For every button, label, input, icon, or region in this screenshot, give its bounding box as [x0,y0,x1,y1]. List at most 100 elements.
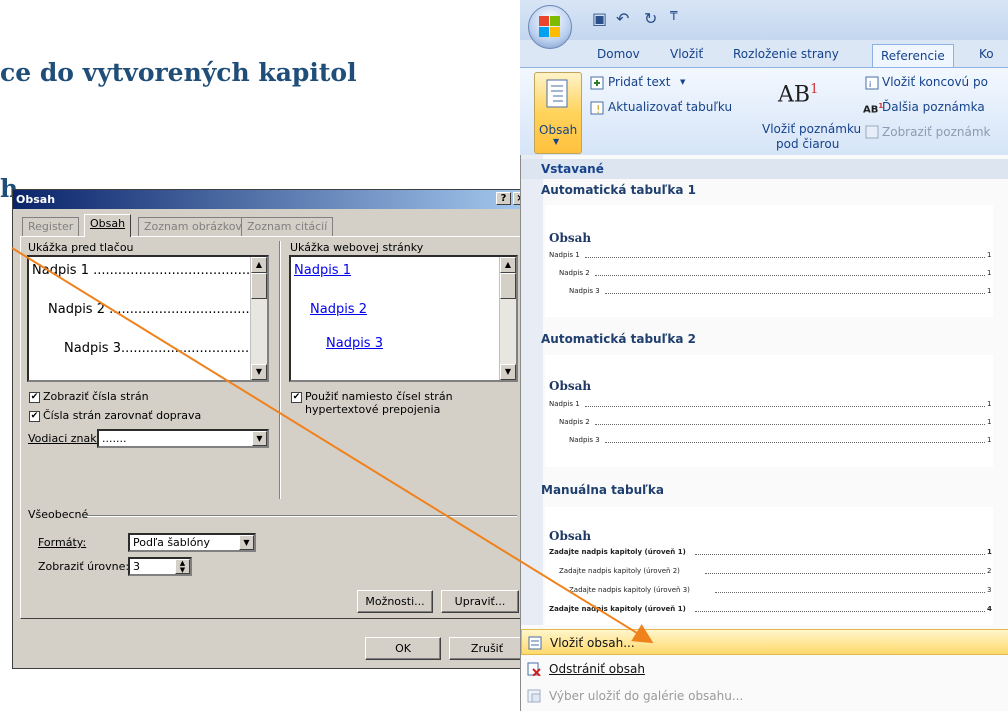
customize-qat-icon[interactable]: ₸ [670,9,678,23]
menu-remove-toc[interactable]: Odstrániť obsah [521,656,1008,682]
gallery-entry: Zadajte nadpis kapitoly (úroveň 3) [569,586,690,594]
gallery-page: 1 [987,548,992,556]
svg-text:i: i [869,80,871,89]
menu-remove-toc-label: Odstrániť obsah [549,662,645,676]
scroll-down-icon[interactable]: ▼ [500,364,516,380]
print-preview-scrollbar[interactable]: ▲ ▼ [250,257,267,380]
use-hyperlinks-checkbox[interactable]: ✔ [291,392,302,403]
scroll-up-icon[interactable]: ▲ [500,257,516,273]
next-footnote-icon: AB1 [863,102,884,116]
gallery-toc-title: Obsah [549,231,592,245]
use-hyperlinks-label: Použiť namiesto čísel strán hypertextové… [305,390,453,416]
cancel-button[interactable]: Zrušiť [449,637,525,660]
scroll-down-icon[interactable]: ▼ [251,364,267,380]
gallery-page: 1 [987,418,992,426]
chevron-down-icon[interactable]: ▼ [252,431,267,446]
show-page-numbers-checkbox[interactable]: ✔ [29,392,40,403]
dialog-title-bar: Obsah ? × [13,190,531,209]
insert-footnote-line-2[interactable]: pod čiarou [776,137,839,151]
gallery-entry: Zadajte nadpis kapitoly (úroveň 1) [549,548,686,556]
chevron-down-icon[interactable]: ▼ [239,535,254,550]
menu-insert-toc[interactable]: Vložiť obsah... [521,629,1008,655]
tab-domov[interactable]: Domov [597,47,640,61]
tab-obsah[interactable]: Obsah [84,214,132,237]
scroll-thumb[interactable] [500,273,516,299]
insert-toc-icon [528,636,542,650]
toc-document-icon [546,79,568,108]
gallery-page: 1 [987,269,992,277]
tab-zoznam-obrazkov[interactable]: Zoznam obrázkov [138,217,248,236]
redo-icon[interactable]: ↻ [644,9,657,28]
web-preview-scrollbar[interactable]: ▲ ▼ [499,257,516,380]
gallery-toc-title: Obsah [549,379,592,393]
help-button[interactable]: ? [496,192,511,205]
tab-zoznam-citacii[interactable]: Zoznam citácií [241,217,334,236]
ribbon-panel: Obsah ▼ Pridať text ▼ ! Aktualizovať tab… [520,67,1008,157]
print-preview-line-2: Nadpis 2 ...............................… [48,302,267,317]
quick-access-toolbar: ▣ ↶ ↻ ₸ [520,0,1008,40]
formats-dropdown[interactable]: Podľa šablóny ▼ [128,533,256,552]
ribbon-tabs: Domov Vložiť Rozloženie strany Referenci… [520,40,1008,68]
scroll-thumb[interactable] [251,273,267,299]
tab-rozlozenie-strany[interactable]: Rozloženie strany [733,47,839,61]
ok-button[interactable]: OK [365,637,441,660]
gallery-item-manual[interactable]: Obsah Zadajte nadpis kapitoly (úroveň 1)… [545,507,993,625]
tab-referencie[interactable]: Referencie [872,44,954,68]
office-button[interactable] [528,5,572,49]
tab-vlozit[interactable]: Vložiť [670,47,703,61]
toc-button-label: Obsah [539,123,578,137]
tab-leader-value: ....... [102,432,127,445]
gallery-entry: Zadajte nadpis kapitoly (úroveň 1) [549,605,686,613]
insert-endnote-button[interactable]: Vložiť koncovú po [882,75,988,89]
tab-leader-dropdown[interactable]: ....... ▼ [97,429,269,448]
next-footnote-button[interactable]: Ďalšia poznámka [882,100,985,114]
show-notes-button[interactable]: Zobraziť poznámk [882,125,990,139]
right-align-checkbox[interactable]: ✔ [29,411,40,422]
menu-save-selection[interactable]: Výber uložiť do galérie obsahu... [521,683,1008,709]
general-group-line [87,515,517,517]
show-page-numbers-label: Zobraziť čísla strán [43,390,149,403]
modify-button[interactable]: Upraviť... [441,590,519,613]
footnote-icon-sup: 1 [810,82,819,97]
save-icon[interactable]: ▣ [592,9,607,28]
gallery-item-auto-2[interactable]: Obsah Nadpis 1 Nadpis 2 Nadpis 3 1 1 1 [545,355,993,467]
remove-toc-icon [527,662,541,676]
web-preview-link-3[interactable]: Nadpis 3 [326,336,383,351]
gallery-page: 1 [987,436,992,444]
footnote-icon-text: AB [778,82,811,108]
save-to-gallery-icon [527,689,541,703]
gallery-toc-title: Obsah [549,529,592,543]
levels-value: 3 [133,560,140,573]
gallery-title-1: Automatická tabuľka 1 [541,183,696,197]
spinner-arrows-icon[interactable]: ▲ ▼ [175,559,190,574]
footnote-icon: AB1 [778,82,818,107]
levels-spinner[interactable]: 3 ▲ ▼ [128,557,192,576]
gallery-entry: Nadpis 2 [559,418,590,426]
tab-ko[interactable]: Ko [979,47,994,61]
tab-leader-label: Vodiaci znak: [28,432,101,445]
office-logo-icon [539,16,561,38]
gallery-entry: Zadajte nadpis kapitoly (úroveň 2) [559,567,680,575]
menu-insert-toc-label: Vložiť obsah... [550,636,635,650]
gallery-page: 1 [987,251,992,259]
tab-panel: Ukážka pred tlačou Nadpis 1 ............… [20,236,524,619]
web-preview-label: Ukážka webovej stránky [290,241,424,254]
menu-save-selection-label: Výber uložiť do galérie obsahu... [549,689,744,703]
print-preview: Nadpis 1 ...............................… [27,255,269,382]
add-text-button[interactable]: Pridať text [608,75,670,89]
gallery-title-3: Manuálna tabuľka [541,483,664,497]
insert-footnote-line-1[interactable]: Vložiť poznámku [762,122,861,136]
tab-register[interactable]: Register [22,217,80,236]
scroll-up-icon[interactable]: ▲ [251,257,267,273]
print-preview-label: Ukážka pred tlačou [28,241,134,254]
web-preview-link-2[interactable]: Nadpis 2 [310,302,367,317]
web-preview-link-1[interactable]: Nadpis 1 [294,263,351,278]
column-separator [279,241,281,499]
menu-header: Vstavané [521,159,1008,179]
insert-endnote-icon: i [865,76,879,90]
gallery-item-auto-1[interactable]: Obsah Nadpis 1 Nadpis 2 Nadpis 3 1 1 1 [545,205,993,317]
update-table-button[interactable]: Aktualizovať tabuľku [608,100,732,114]
undo-icon[interactable]: ↶ [616,9,629,28]
toc-button[interactable]: Obsah ▼ [534,72,582,154]
options-button[interactable]: Možnosti... [357,590,433,613]
